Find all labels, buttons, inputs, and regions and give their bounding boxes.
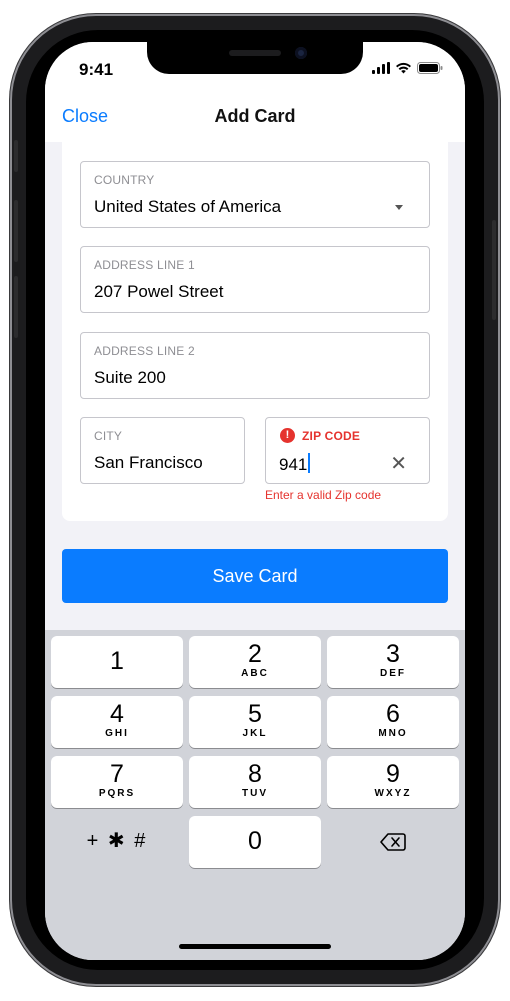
key-digit: 9 xyxy=(386,760,400,788)
key-1[interactable]: 1 xyxy=(51,636,183,688)
battery-icon xyxy=(417,62,443,74)
key-letters: GHI xyxy=(105,728,129,739)
key-digit: 7 xyxy=(110,760,124,788)
key-8[interactable]: 8 TUV xyxy=(189,756,321,808)
notch xyxy=(147,42,363,74)
key-5[interactable]: 5 JKL xyxy=(189,696,321,748)
key-letters: JKL xyxy=(242,728,268,739)
key-digit: 1 xyxy=(110,647,124,675)
volume-up-button xyxy=(14,200,18,262)
key-letters: PQRS xyxy=(98,788,136,799)
key-delete[interactable] xyxy=(327,816,459,868)
key-digit: 5 xyxy=(248,700,262,728)
city-value: San Francisco xyxy=(94,453,203,472)
mute-switch xyxy=(14,140,18,172)
wifi-icon xyxy=(396,62,411,74)
key-6[interactable]: 6 MNO xyxy=(327,696,459,748)
zip-code-text: 941 xyxy=(279,455,308,474)
symbols-label: + ✱ # xyxy=(86,830,148,852)
key-letters: MNO xyxy=(378,728,408,739)
key-4[interactable]: 4 GHI xyxy=(51,696,183,748)
volume-down-button xyxy=(14,276,18,338)
cellular-signal-icon xyxy=(372,62,390,74)
country-select[interactable]: COUNTRY United States of America xyxy=(80,161,430,228)
address-line-2-field[interactable]: ADDRESS LINE 2 Suite 200 xyxy=(80,332,430,399)
address-line-2-value: Suite 200 xyxy=(94,368,166,387)
status-icons xyxy=(372,62,443,74)
save-card-button[interactable]: Save Card xyxy=(62,549,448,603)
key-symbols[interactable]: + ✱ # xyxy=(51,816,183,868)
key-2[interactable]: 2 ABC xyxy=(189,636,321,688)
home-indicator[interactable] xyxy=(179,944,331,949)
key-digit: 0 xyxy=(248,827,262,855)
key-digit: 3 xyxy=(386,640,400,668)
zip-code-value: 941 xyxy=(279,453,311,475)
power-button xyxy=(492,220,496,320)
backspace-icon xyxy=(380,833,406,851)
city-field[interactable]: CITY San Francisco xyxy=(80,417,245,484)
key-3[interactable]: 3 DEF xyxy=(327,636,459,688)
address-line-2-label: ADDRESS LINE 2 xyxy=(94,344,195,358)
text-cursor xyxy=(308,453,311,473)
key-letters: TUV xyxy=(242,788,268,799)
address-line-1-field[interactable]: ADDRESS LINE 1 207 Powel Street xyxy=(80,246,430,313)
key-7[interactable]: 7 PQRS xyxy=(51,756,183,808)
zip-error-message: Enter a valid Zip code xyxy=(265,488,382,502)
address-line-1-value: 207 Powel Street xyxy=(94,282,224,301)
country-label: COUNTRY xyxy=(94,173,155,187)
key-letters: ABC xyxy=(241,668,269,679)
key-digit: 2 xyxy=(248,640,262,668)
zip-code-label: ZIP CODE xyxy=(302,429,361,443)
speaker-grille xyxy=(229,50,281,56)
phone-screen: 9:41 Close Add Card COUNTRY United State… xyxy=(45,42,465,960)
error-icon: ! xyxy=(280,428,295,443)
key-digit: 8 xyxy=(248,760,262,788)
page-title: Add Card xyxy=(214,106,296,126)
address-line-1-label: ADDRESS LINE 1 xyxy=(94,258,195,272)
key-digit: 4 xyxy=(110,700,124,728)
key-letters: DEF xyxy=(380,668,406,679)
clear-icon[interactable]: ✕ xyxy=(390,454,407,474)
key-digit: 6 xyxy=(386,700,400,728)
numeric-keypad: 1 2 ABC 3 DEF 4 GHI 5 JKL 6 MNO 7 PQRS 8… xyxy=(45,630,465,960)
dropdown-arrow-icon xyxy=(395,205,403,210)
status-time: 9:41 xyxy=(79,60,114,79)
key-letters: WXYZ xyxy=(374,788,412,799)
country-value: United States of America xyxy=(94,197,282,216)
zip-code-field[interactable]: ! ZIP CODE 941 ✕ xyxy=(265,417,430,484)
city-label: CITY xyxy=(94,429,123,443)
key-0[interactable]: 0 xyxy=(189,816,321,868)
front-camera xyxy=(295,47,307,59)
key-9[interactable]: 9 WXYZ xyxy=(327,756,459,808)
